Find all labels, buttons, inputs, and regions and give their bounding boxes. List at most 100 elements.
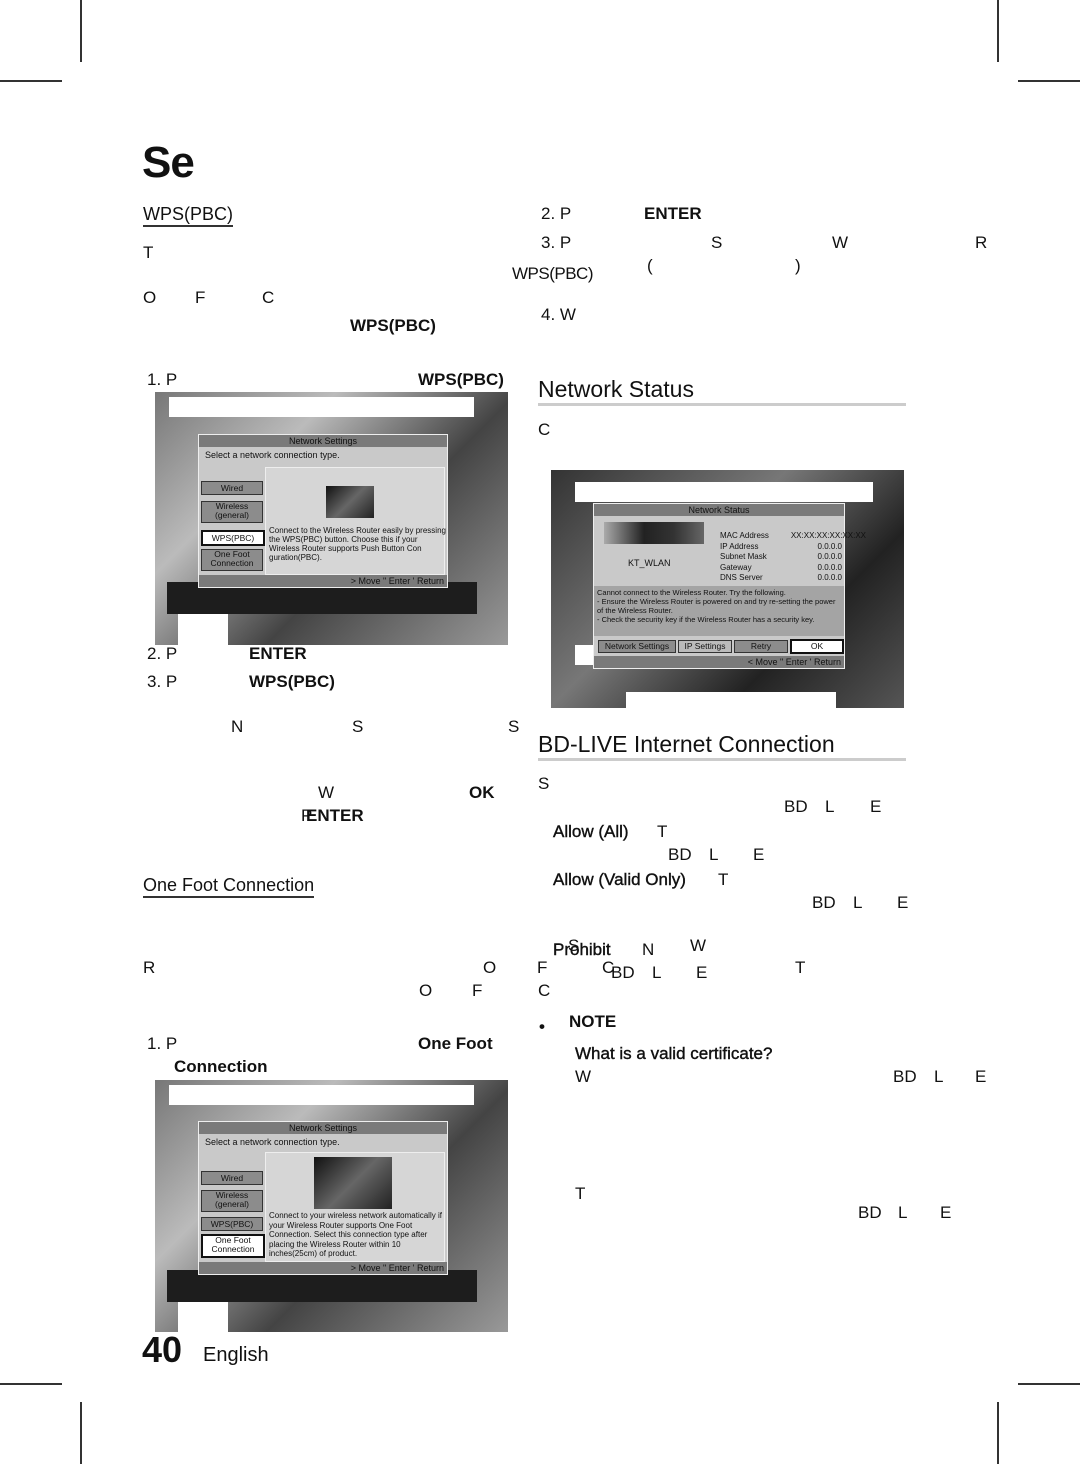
network-settings-button[interactable]: Network Settings — [598, 640, 676, 653]
network-status-dialog: Network Status KT_WLAN MAC Address XX:XX:… — [593, 503, 866, 669]
info-label: IP Address — [720, 541, 759, 551]
info-value: 0.0.0.0 — [817, 541, 842, 551]
info-value: 0.0.0.0 — [817, 573, 842, 582]
option-description: Connect to your wireless network automat… — [269, 1211, 442, 1258]
info-label: DNS Server — [720, 573, 763, 582]
note-bullet: • — [539, 1017, 545, 1036]
dialog-footer: < Move " Enter ' Return — [594, 656, 844, 668]
status-message: Cannot connect to the Wireless Router. T… — [594, 586, 844, 636]
crop-mark — [1018, 80, 1080, 82]
text-fragment: R — [143, 958, 156, 977]
ip-settings-button[interactable]: IP Settings — [678, 640, 732, 653]
screenshot-network-status: Network Status KT_WLAN MAC Address XX:XX:… — [551, 470, 904, 708]
text-fragment: T — [718, 870, 729, 889]
text-fragment: WPS(PBC) — [512, 264, 594, 283]
text-fragment: WPS(PBC) — [249, 672, 335, 691]
text-fragment: N — [231, 717, 244, 736]
crop-mark — [0, 80, 62, 82]
text-fragment: ENTER — [644, 204, 702, 223]
option-one-foot-connection[interactable]: One Foot Connection — [201, 549, 263, 571]
text-fragment: ) — [795, 256, 801, 275]
dialog-title: Network Settings — [199, 435, 447, 447]
option-wired[interactable]: Wired — [201, 1171, 263, 1185]
info-label: Subnet Mask — [720, 552, 767, 561]
text-fragment: S — [711, 233, 723, 252]
text-fragment: ENTER — [306, 806, 364, 825]
router-placement-image — [314, 1157, 392, 1209]
text-fragment: BD — [858, 1203, 882, 1222]
ok-button[interactable]: OK — [790, 639, 844, 654]
text-fragment: F — [537, 958, 548, 977]
info-row: Subnet Mask 0.0.0.0 — [720, 552, 842, 563]
network-status-heading: Network Status — [538, 376, 694, 402]
step-number: 2. P — [541, 204, 572, 223]
option-one-foot-connection[interactable]: One Foot Connection — [201, 1234, 265, 1258]
text-fragment: O — [483, 958, 497, 977]
connection-diagram — [604, 522, 704, 544]
text-fragment: L — [652, 963, 662, 982]
dialog-footer: > Move " Enter ' Return — [199, 1262, 447, 1274]
info-value: XX:XX:XX:XX:XX:XX — [790, 531, 866, 540]
option-wps-pbc[interactable]: WPS(PBC) — [201, 530, 265, 546]
step-number: 4. W — [541, 305, 576, 324]
option-allow-valid-only: Allow (Valid Only) — [553, 870, 686, 889]
ssid-label: KT_WLAN — [628, 558, 671, 568]
text-fragment: E — [940, 1203, 952, 1222]
text-fragment: C — [538, 420, 551, 439]
text-fragment: Connection — [174, 1057, 268, 1076]
dialog-title: Network Status — [594, 504, 844, 516]
info-label: MAC Address — [720, 531, 769, 540]
text-fragment: E — [975, 1067, 987, 1086]
option-prohibit: Prohibit — [553, 940, 611, 959]
crop-mark — [997, 1402, 999, 1464]
text-fragment: E — [753, 845, 765, 864]
info-label: Gateway — [720, 562, 752, 572]
text-fragment: R — [975, 233, 988, 252]
bd-live-heading: BD-LIVE Internet Connection — [538, 731, 835, 757]
step-number: 3. P — [147, 672, 178, 691]
crop-mark — [0, 1383, 62, 1385]
heading-rule — [538, 758, 906, 761]
text-fragment: L — [934, 1067, 944, 1086]
option-wireless-general[interactable]: Wireless (general) — [201, 1190, 263, 1212]
text-fragment: S — [538, 774, 550, 793]
text-fragment: BD — [611, 963, 635, 982]
text-fragment: L — [709, 845, 719, 864]
text-fragment: F — [195, 288, 206, 307]
retry-button[interactable]: Retry — [734, 640, 788, 653]
info-row: IP Address 0.0.0.0 — [720, 542, 842, 553]
text-fragment: ( — [647, 256, 653, 275]
text-fragment: S — [508, 717, 520, 736]
text-fragment: S — [352, 717, 364, 736]
option-wps-pbc[interactable]: WPS(PBC) — [201, 1217, 263, 1231]
note-question: What is a valid certificate? — [575, 1044, 773, 1063]
info-row: DNS Server 0.0.0.0 — [720, 573, 842, 584]
page-title: Se — [142, 138, 195, 187]
info-value: 0.0.0.0 — [817, 552, 842, 561]
text-fragment: ENTER — [249, 644, 307, 663]
text-fragment: One Foot — [418, 1034, 493, 1053]
text-fragment: L — [898, 1203, 908, 1222]
dialog-title: Network Settings — [199, 1122, 447, 1134]
text-fragment: BD — [893, 1067, 917, 1086]
page-language: English — [203, 1344, 269, 1366]
step-number: 1. P — [147, 1034, 178, 1053]
note-heading: NOTE — [569, 1012, 617, 1031]
crop-mark — [1018, 1383, 1080, 1385]
text-fragment: T — [657, 822, 668, 841]
text-fragment: W — [575, 1067, 592, 1086]
text-fragment: WPS(PBC) — [350, 316, 436, 335]
option-wireless-general[interactable]: Wireless (general) — [201, 501, 263, 523]
step-number: 2. P — [147, 644, 178, 663]
text-fragment: BD — [812, 893, 836, 912]
screenshot-one-foot-network-settings: Network Settings Select a network connec… — [155, 1080, 508, 1332]
wps-heading: WPS(PBC) — [143, 204, 233, 227]
router-image — [326, 486, 374, 518]
text-fragment: O — [143, 288, 157, 307]
text-fragment: T — [575, 1184, 586, 1203]
dialog-prompt: Select a network connection type. — [205, 1137, 340, 1147]
option-wired[interactable]: Wired — [201, 481, 263, 495]
dialog-prompt: Select a network connection type. — [205, 450, 340, 460]
text-fragment: C — [262, 288, 275, 307]
network-settings-dialog: Network Settings Select a network connec… — [198, 1121, 448, 1275]
